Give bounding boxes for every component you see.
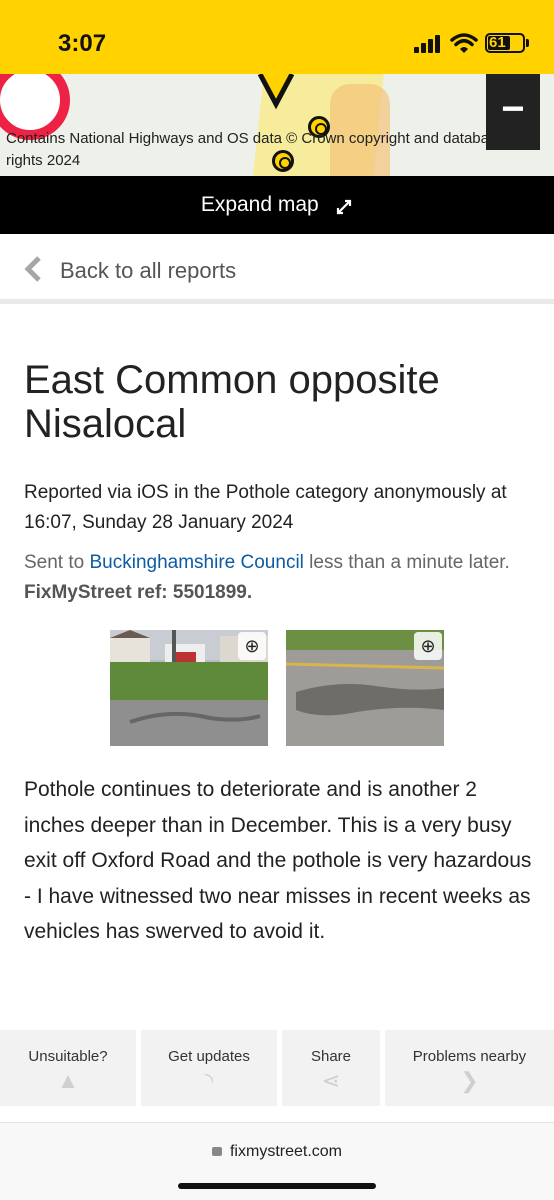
unsuitable-button[interactable]: Unsuitable? ▲ [0,1030,136,1106]
report-meta: Reported via iOS in the Pothole category… [24,482,507,533]
get-updates-label: Get updates [168,1048,250,1065]
report-photo-2[interactable]: ⊕ [286,630,444,746]
unsuitable-label: Unsuitable? [28,1048,108,1065]
wifi-icon [450,33,478,53]
report-ref: FixMyStreet ref: 5501899. [24,582,253,603]
cellular-signal-icon [414,35,442,53]
report-description: Pothole continues to deteriorate and is … [24,778,532,943]
report-actions: Unsuitable? ▲ Get updates ◝ Share ⋖ Prob… [0,1030,554,1106]
status-bar: 3:07 61 [0,0,554,74]
expand-arrows-icon [337,199,352,214]
home-indicator[interactable] [178,1183,376,1189]
map-marker-icon[interactable] [256,74,296,114]
warning-icon: ▲ [57,1068,79,1093]
report-photo-1[interactable]: ⊕ [110,630,268,746]
status-time: 3:07 [58,30,107,57]
share-icon: ⋖ [321,1068,341,1093]
expand-map-label: Expand map [200,193,319,216]
sent-suffix: less than a minute later. [303,552,510,573]
share-button[interactable]: Share ⋖ [282,1030,380,1106]
back-label: Back to all reports [60,258,237,283]
rss-icon: ◝ [204,1068,214,1093]
council-link[interactable]: Buckinghamshire Council [90,552,304,573]
url-text: fixmystreet.com [229,1143,342,1160]
battery-level: 61 [489,34,506,51]
zoom-in-icon[interactable]: ⊕ [238,632,266,660]
problems-nearby-button[interactable]: Problems nearby ❯ [385,1030,554,1106]
url-display[interactable]: fixmystreet.com [0,1143,554,1161]
sent-prefix: Sent to [24,552,90,573]
zoom-in-icon[interactable]: ⊕ [414,632,442,660]
map[interactable]: Contains National Highways and OS data ©… [0,74,554,176]
battery-icon: 61 [485,33,525,53]
chevron-left-icon [24,256,41,282]
browser-address-bar[interactable]: fixmystreet.com [0,1122,554,1200]
report-sent-info: Sent to Buckinghamshire Council less tha… [24,548,534,608]
problems-nearby-label: Problems nearby [412,1048,527,1065]
expand-map-button[interactable]: Expand map [0,176,554,234]
get-updates-button[interactable]: Get updates ◝ [141,1030,277,1106]
zoom-out-button[interactable]: − [486,74,540,150]
share-label: Share [310,1048,352,1065]
report-title: East Common opposite Nisalocal [24,358,440,446]
map-attribution: Contains National Highways and OS data ©… [6,130,505,169]
lock-icon [211,1147,222,1156]
back-to-reports-link[interactable]: Back to all reports [0,234,554,304]
chevron-right-icon: ❯ [460,1068,479,1093]
